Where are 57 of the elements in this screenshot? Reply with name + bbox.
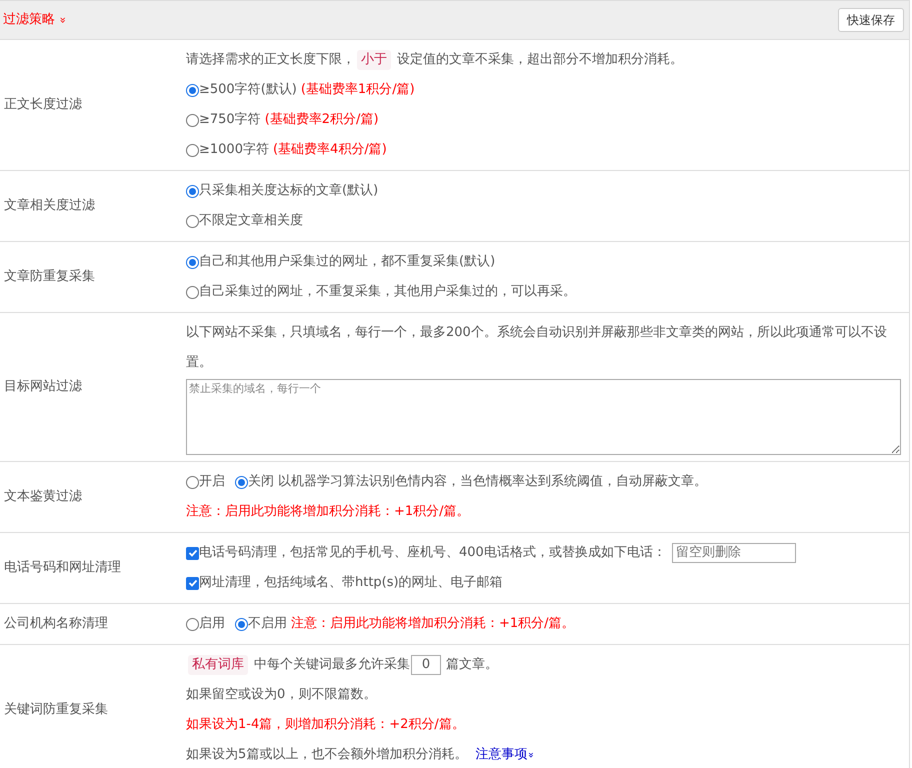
- radio-label: 开启: [199, 473, 225, 491]
- section-title: 过滤策略: [3, 11, 55, 30]
- radio-button[interactable]: [186, 114, 199, 126]
- radio-button[interactable]: [235, 476, 248, 488]
- radio-button[interactable]: [186, 84, 199, 96]
- radio-label: 只采集相关度达标的文章(默认): [199, 182, 378, 200]
- setting-label: 关键词防重复采集: [4, 701, 108, 720]
- radio-label: ≥500字符(默认): [199, 81, 297, 99]
- radio-label: ≥1000字符: [199, 141, 269, 159]
- notice-text: 如果设为1-4篇，则增加积分消耗：+2积分/篇。: [186, 716, 465, 734]
- description-text: 以下网站不采集，只填域名，每行一个，最多200个。系统会自动识别并屏蔽那些非文章类的网站，所以此项通常可以不设置。: [186, 324, 888, 372]
- checkbox[interactable]: [186, 576, 199, 590]
- keyword-tag: 私有词库: [188, 655, 248, 675]
- radio-label: 自己采集过的网址，不重复采集，其他用户采集过的，可以再采。: [199, 283, 576, 301]
- setting-label: 目标网站过滤: [4, 378, 82, 396]
- expand-toggle[interactable]: »: [525, 752, 536, 758]
- radio-label: 不启用: [248, 615, 287, 633]
- description-text: 如果设为5篇或以上，也不会额外增加积分消耗。: [186, 746, 468, 764]
- phone-input-field[interactable]: 留空则删除: [672, 543, 796, 563]
- description-text: 如果留空或设为0，则不限篇数。: [186, 686, 376, 704]
- radio-button[interactable]: [186, 476, 199, 488]
- checkbox-label: 网址清理，包括纯域名、带http(s)的网址、电子邮箱: [199, 574, 503, 592]
- notice-text: 注意：启用此功能将增加积分消耗：+1积分/篇。: [186, 503, 470, 521]
- setting-label: 电话号码和网址清理: [4, 559, 121, 578]
- description-text: 设定值的文章不采集，超出部分不增加积分消耗。: [397, 51, 683, 69]
- radio-button[interactable]: [186, 256, 199, 268]
- notice-text: (基础费率2积分/篇): [264, 111, 379, 129]
- domain-textarea[interactable]: 禁止采集的域名，每行一个: [186, 379, 901, 455]
- radio-button[interactable]: [186, 618, 199, 630]
- radio-label: 自己和其他用户采集过的网址，都不重复采集(默认): [199, 253, 496, 271]
- checkbox[interactable]: [186, 546, 199, 560]
- checkbox-label: 电话号码清理，包括常见的手机号、座机号、400电话格式，或替换成如下电话：: [199, 544, 666, 562]
- radio-button[interactable]: [186, 184, 199, 198]
- radio-label: ≥750字符: [199, 111, 261, 129]
- notice-text: (基础费率1积分/篇): [300, 81, 415, 99]
- setting-label: 文章相关度过滤: [4, 197, 95, 216]
- count-input-field[interactable]: 0: [411, 655, 441, 675]
- setting-label: 文本鉴黄过滤: [4, 488, 82, 506]
- notes-link[interactable]: 注意事项: [475, 740, 528, 768]
- notice-text: 注意：启用此功能将增加积分消耗：+1积分/篇。: [291, 615, 575, 633]
- radio-button[interactable]: [186, 286, 199, 298]
- radio-label: 启用: [199, 615, 225, 633]
- description-text: 篇文章。: [446, 656, 498, 674]
- radio-button[interactable]: [186, 214, 199, 228]
- save-button[interactable]: 快速保存: [838, 8, 904, 32]
- description-text: 以机器学习算法识别色情内容，当色情概率达到系统阈值，自动屏蔽文章。: [278, 473, 707, 491]
- keyword-tag: 小于: [357, 50, 391, 70]
- setting-label: 公司机构名称清理: [4, 615, 108, 634]
- setting-label: 正文长度过滤: [4, 96, 82, 114]
- description-text: 中每个关键词最多允许采集: [254, 656, 410, 674]
- radio-label: 关闭: [248, 473, 274, 491]
- radio-button[interactable]: [186, 144, 199, 156]
- radio-button[interactable]: [235, 618, 248, 630]
- radio-label: 不限定文章相关度: [199, 212, 303, 230]
- notice-text: (基础费率4积分/篇): [272, 141, 387, 159]
- setting-label: 文章防重复采集: [4, 268, 95, 286]
- description-text: 请选择需求的正文长度下限，: [186, 51, 355, 69]
